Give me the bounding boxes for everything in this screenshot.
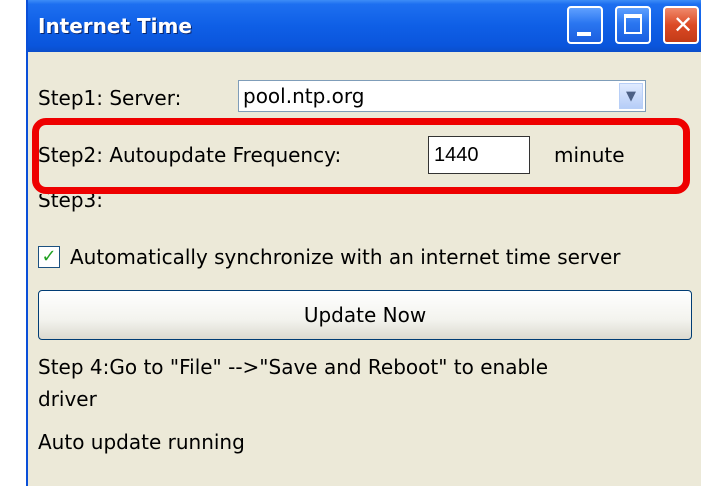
step4-text-line2: driver [38, 387, 97, 411]
minimize-button[interactable] [567, 6, 603, 44]
title-bar[interactable]: Internet Time ✕ [28, 0, 701, 52]
highlight-annotation [32, 118, 690, 194]
window-title: Internet Time [38, 14, 192, 38]
server-select-value: pool.ntp.org [243, 84, 365, 108]
minimize-icon [577, 32, 591, 36]
auto-sync-checkbox[interactable]: ✓ [38, 246, 60, 268]
step3-label-container: Step3: [38, 194, 238, 216]
maximize-button[interactable] [615, 6, 651, 44]
update-now-button[interactable]: Update Now [38, 290, 692, 340]
maximize-icon [624, 14, 642, 34]
step1-server-label: Step1: Server: [38, 86, 182, 110]
step4-text-line1: Step 4:Go to "File" -->"Save and Reboot"… [38, 355, 549, 379]
checkmark-icon: ✓ [41, 246, 57, 267]
chevron-down-icon[interactable]: ▼ [619, 83, 643, 109]
status-text: Auto update running [38, 430, 245, 454]
server-select[interactable]: pool.ntp.org ▼ [238, 80, 646, 112]
step3-label: Step3: [38, 194, 103, 212]
internet-time-window: Internet Time ✕ Step1: Server: pool.ntp.… [26, 0, 701, 486]
close-button[interactable]: ✕ [663, 6, 699, 44]
close-icon: ✕ [673, 11, 694, 39]
auto-sync-label[interactable]: Automatically synchronize with an intern… [70, 245, 621, 269]
